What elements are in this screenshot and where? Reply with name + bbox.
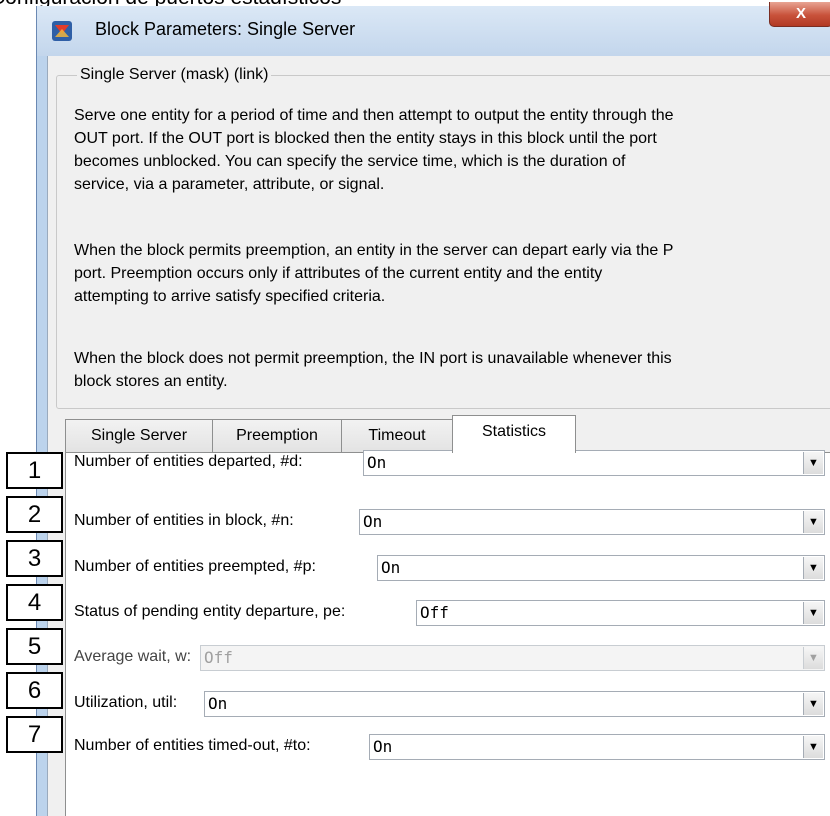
select-value: Off [204, 648, 233, 667]
param-label: Number of entities departed, #d: [74, 453, 303, 470]
param-label: Utilization, util: [74, 694, 178, 711]
param-label: Status of pending entity departure, pe: [74, 603, 346, 620]
param-pending-departure: Status of pending entity departure, pe: … [74, 600, 830, 626]
select-value: Off [420, 603, 449, 622]
param-timed-out: Number of entities timed-out, #to: On ▼ [74, 734, 830, 760]
pending-departure-select[interactable]: Off ▼ [416, 600, 825, 626]
description-paragraph-1: Serve one entity for a period of time an… [74, 104, 830, 196]
annotation-4: 4 [6, 584, 63, 621]
chevron-down-icon[interactable]: ▼ [803, 557, 823, 579]
average-wait-select: Off ▼ [200, 645, 825, 671]
tab-strip: Single Server Preemption Timeout Statist… [65, 415, 830, 453]
param-label: Number of entities in block, #n: [74, 512, 294, 529]
param-in-block: Number of entities in block, #n: On ▼ [74, 509, 830, 535]
tab-single-server[interactable]: Single Server [65, 419, 213, 452]
preempted-select[interactable]: On ▼ [377, 555, 825, 581]
description-line: port. Preemption occurs only if attribut… [74, 265, 603, 282]
tab-timeout[interactable]: Timeout [341, 419, 453, 452]
in-block-select[interactable]: On ▼ [359, 509, 825, 535]
chevron-down-icon[interactable]: ▼ [803, 452, 823, 474]
timed-out-select[interactable]: On ▼ [369, 734, 825, 760]
param-label: Number of entities preempted, #p: [74, 558, 316, 575]
chevron-down-icon: ▼ [803, 647, 823, 669]
annotation-1: 1 [6, 452, 63, 489]
tab-statistics[interactable]: Statistics [452, 415, 576, 453]
select-value: On [381, 558, 401, 577]
description-paragraph-2: When the block permits preemption, an en… [74, 239, 830, 308]
annotation-6: 6 [6, 672, 63, 709]
param-label: Number of entities timed-out, #to: [74, 737, 311, 754]
window-title: Block Parameters: Single Server [95, 19, 356, 39]
utilization-select[interactable]: On ▼ [204, 691, 825, 717]
description-paragraph-3: When the block does not permit preemptio… [74, 347, 830, 393]
description-line: becomes unblocked. You can specify the s… [74, 153, 626, 170]
chevron-down-icon[interactable]: ▼ [803, 693, 823, 715]
group-legend: Single Server (mask) (link) [77, 66, 272, 84]
title-bar[interactable]: Block Parameters: Single Server X [37, 2, 830, 56]
simulink-block-icon [52, 21, 72, 41]
description-line: Serve one entity for a period of time an… [74, 107, 674, 124]
chevron-down-icon[interactable]: ▼ [803, 736, 823, 758]
select-value: On [208, 694, 228, 713]
param-label: Average wait, w: [74, 648, 192, 665]
annotation-7: 7 [6, 716, 63, 753]
select-value: On [373, 737, 393, 756]
close-button[interactable]: X [769, 2, 830, 27]
chevron-down-icon[interactable]: ▼ [803, 602, 823, 624]
param-average-wait: Average wait, w: Off ▼ [74, 645, 830, 671]
departed-select[interactable]: On ▼ [363, 450, 825, 476]
annotation-5: 5 [6, 628, 63, 665]
annotation-3: 3 [6, 540, 63, 577]
param-departed: Number of entities departed, #d: On ▼ [74, 450, 830, 476]
description-line: When the block permits preemption, an en… [74, 242, 674, 259]
annotation-2: 2 [6, 496, 63, 533]
select-value: On [367, 453, 387, 472]
description-line: attempting to arrive satisfy specified c… [74, 288, 386, 305]
description-line: service, via a parameter, attribute, or … [74, 176, 385, 193]
tab-preemption[interactable]: Preemption [212, 419, 342, 452]
select-value: On [363, 512, 383, 531]
description-line: block stores an entity. [74, 373, 228, 390]
statistics-panel [65, 453, 830, 816]
description-line: OUT port. If the OUT port is blocked the… [74, 130, 657, 147]
description-line: When the block does not permit preemptio… [74, 350, 672, 367]
chevron-down-icon[interactable]: ▼ [803, 511, 823, 533]
param-utilization: Utilization, util: On ▼ [74, 691, 830, 717]
param-preempted: Number of entities preempted, #p: On ▼ [74, 555, 830, 581]
